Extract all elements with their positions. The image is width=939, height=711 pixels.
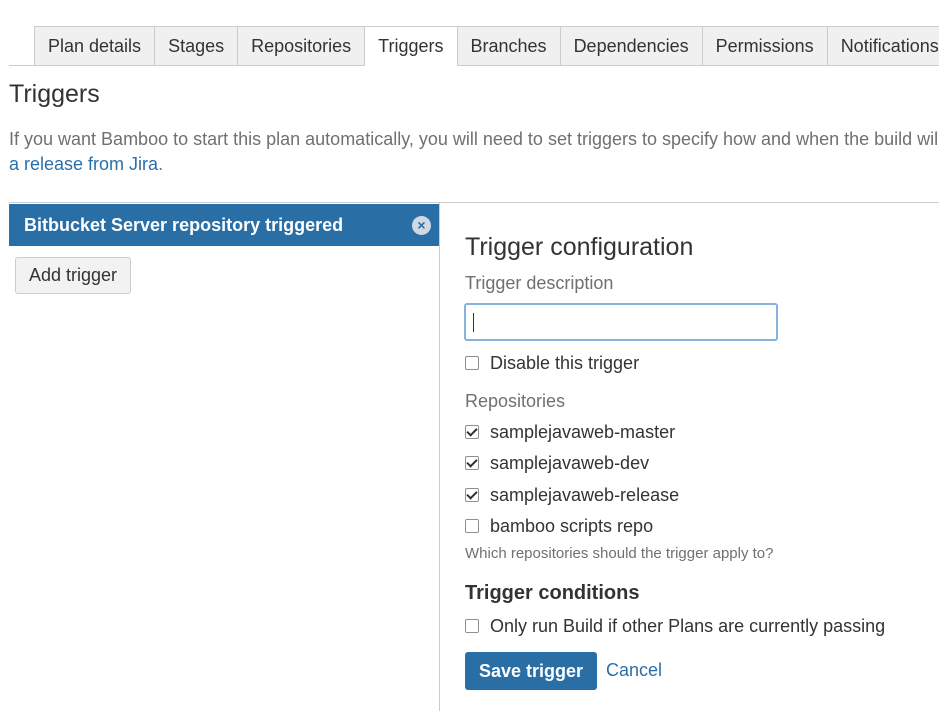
tab-triggers[interactable]: Triggers [364, 26, 458, 66]
trigger-item-label: Bitbucket Server repository triggered [24, 214, 344, 235]
tab-dependencies[interactable]: Dependencies [559, 26, 703, 65]
repository-checkbox[interactable] [465, 488, 479, 502]
tab-stages[interactable]: Stages [154, 26, 239, 65]
tab-permissions[interactable]: Permissions [701, 26, 828, 65]
repository-option[interactable]: samplejavaweb-master [465, 421, 675, 443]
trigger-list: Bitbucket Server repository triggered × … [9, 202, 439, 711]
tab-notifications[interactable]: Notifications [826, 26, 939, 65]
trigger-list-item[interactable]: Bitbucket Server repository triggered × [9, 204, 439, 246]
release-from-jira-link[interactable]: a release from Jira [9, 154, 158, 174]
text-cursor [473, 313, 474, 332]
tab-list: Plan details Stages Repositories Trigger… [34, 26, 939, 66]
add-trigger-button[interactable]: Add trigger [15, 257, 132, 294]
trigger-configuration-panel: Trigger configuration Trigger descriptio… [439, 202, 939, 711]
condition-checkbox[interactable] [465, 619, 479, 633]
repository-option[interactable]: samplejavaweb-dev [465, 452, 649, 474]
repository-checkbox[interactable] [465, 456, 479, 470]
repository-name: samplejavaweb-dev [490, 452, 650, 473]
config-tabs: Plan details Stages Repositories Trigger… [9, 26, 939, 66]
repository-option[interactable]: bamboo scripts repo [465, 515, 653, 537]
tab-repositories[interactable]: Repositories [237, 26, 366, 65]
intro-link-line: a release from Jira. [9, 152, 939, 177]
repository-checkbox[interactable] [465, 519, 479, 533]
repository-checkbox[interactable] [465, 425, 479, 439]
intro-text: If you want Bamboo to start this plan au… [9, 129, 939, 149]
condition-row[interactable]: Only run Build if other Plans are curren… [465, 615, 885, 637]
repositories-label: Repositories [465, 391, 566, 411]
repository-option[interactable]: samplejavaweb-release [465, 484, 679, 506]
repository-name: samplejavaweb-release [490, 484, 680, 505]
disable-trigger-checkbox[interactable] [465, 356, 479, 370]
trigger-description-label: Trigger description [465, 273, 614, 293]
plan-configuration-page: Plan details Stages Repositories Trigger… [0, 0, 939, 711]
page-title: Triggers [9, 80, 100, 108]
cancel-link[interactable]: Cancel [606, 660, 662, 681]
repository-name: bamboo scripts repo [490, 515, 654, 536]
disable-trigger-row[interactable]: Disable this trigger [465, 352, 639, 374]
tab-plan-details[interactable]: Plan details [34, 26, 156, 65]
repository-name: samplejavaweb-master [490, 421, 676, 442]
disable-trigger-label: Disable this trigger [490, 352, 640, 373]
intro-paragraph: If you want Bamboo to start this plan au… [9, 127, 939, 177]
trigger-conditions-title: Trigger conditions [465, 582, 640, 604]
intro-period: . [158, 154, 164, 174]
condition-label: Only run Build if other Plans are curren… [490, 615, 886, 636]
close-icon[interactable]: × [412, 216, 431, 235]
config-title: Trigger configuration [465, 233, 694, 261]
tab-branches[interactable]: Branches [456, 26, 561, 65]
trigger-description-input[interactable] [464, 303, 778, 341]
repositories-help-text: Which repositories should the trigger ap… [465, 545, 774, 562]
save-trigger-button[interactable]: Save trigger [465, 652, 598, 690]
